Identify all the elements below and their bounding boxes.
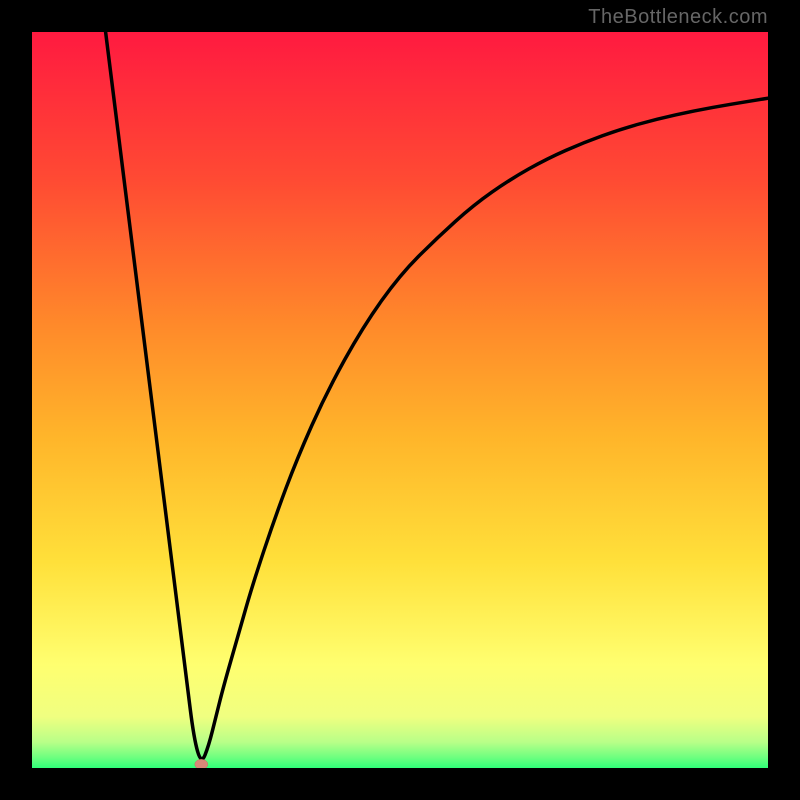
watermark-text: TheBottleneck.com [588, 6, 768, 29]
minimum-marker [195, 759, 208, 768]
chart-background [32, 32, 768, 768]
chart-container: TheBottleneck.com [0, 0, 800, 800]
chart-plot [32, 32, 768, 768]
